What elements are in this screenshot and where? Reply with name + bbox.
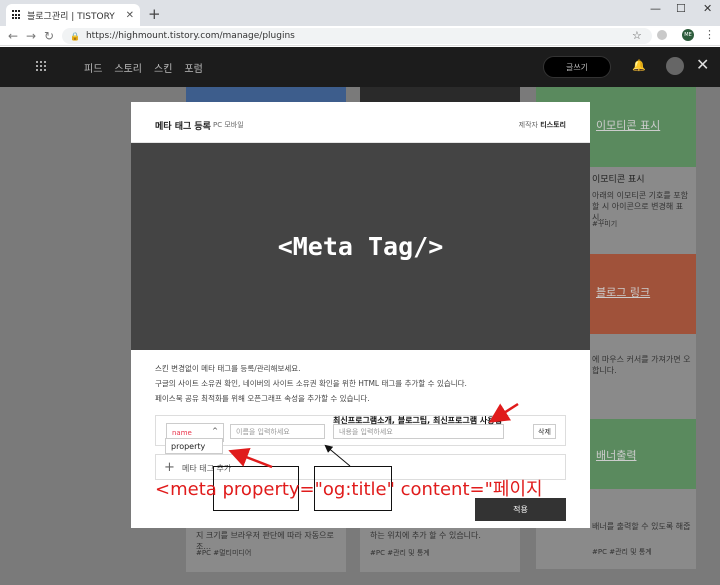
delete-button[interactable]: 삭제 (533, 424, 556, 439)
card-tag[interactable]: #PC #관리 및 통계 (370, 548, 430, 558)
browser-tab[interactable]: 블로그관리 | TISTORY ✕ (6, 4, 140, 26)
desc-line: 구글의 사이트 소유권 확인, 네이버의 사이트 소유권 확인을 위한 HTML… (155, 379, 467, 388)
extension-icon[interactable] (657, 30, 667, 40)
close-icon[interactable]: ✕ (696, 55, 709, 74)
address-toolbar: ← → ↻ 🔒 https://highmount.tistory.com/ma… (0, 26, 720, 46)
maker-label: 제작자 (518, 121, 538, 129)
nav-skin[interactable]: 스킨 (154, 60, 172, 75)
tistory-favicon-icon (12, 10, 22, 20)
select-value: name (172, 428, 192, 437)
window-close-button[interactable]: ✕ (703, 2, 712, 15)
modal-description: 스킨 변경없이 메타 태그를 등록/관리해보세요. 구글의 사이트 소유권 확인… (155, 361, 467, 406)
dropdown-option-property[interactable]: property (165, 438, 223, 454)
modal-header: 메타 태그 등록 PC 모바일 제작자 티스토리 (131, 102, 590, 143)
browser-tab-strip: 블로그관리 | TISTORY ✕ + — ☐ ✕ (0, 0, 720, 26)
card-title: 블로그 링크 (596, 286, 651, 299)
tab-title: 블로그관리 | TISTORY (27, 11, 115, 22)
site-nav: 피드 스토리 스킨 포럼 (84, 60, 203, 75)
tab-close-icon[interactable]: ✕ (126, 10, 134, 21)
modal-subtitle: PC 모바일 (213, 121, 244, 129)
write-button[interactable]: 글쓰기 (543, 56, 611, 78)
reload-icon[interactable]: ↻ (44, 29, 54, 43)
forward-arrow-icon[interactable]: → (26, 29, 36, 43)
card-text: 아래의 이모티콘 기호를 포함 (592, 191, 688, 200)
card-heading: 이모티콘 표시 (592, 175, 645, 185)
minimize-button[interactable]: — (650, 2, 661, 15)
modal-title: 메타 태그 등록 (155, 122, 211, 132)
card-tag[interactable]: #PC #관리 및 통계 (592, 547, 652, 557)
desc-line: 스킨 변경없이 메타 태그를 등록/관리해보세요. (155, 364, 301, 373)
profile-avatar[interactable]: ME (682, 29, 694, 41)
hero-banner: <Meta Tag/> (131, 143, 590, 350)
card-text: 합니다. (592, 366, 617, 375)
tistory-logo-icon[interactable] (36, 61, 48, 71)
lock-icon: 🔒 (70, 31, 80, 41)
nav-feed[interactable]: 피드 (84, 60, 102, 75)
card-title: 이모티콘 표시 (596, 119, 661, 132)
url-bar[interactable]: 🔒 https://highmount.tistory.com/manage/p… (62, 28, 652, 44)
maker-name: 티스토리 (540, 121, 566, 129)
browser-menu-icon[interactable]: ⋮ (704, 28, 715, 41)
card-tag[interactable]: #꾸미기 (592, 219, 617, 229)
hero-text: <Meta Tag/> (277, 232, 444, 261)
user-avatar[interactable] (666, 57, 684, 75)
annotation-note: 최신프로그램소개, 블로그팁, 최신프로그램 사용법 (333, 416, 502, 425)
card-title: 배너출력 (596, 449, 637, 462)
card-text: 에 마우스 커서를 가져가면 오 (592, 355, 691, 364)
annotation-code: <meta property="og:title" content="페이지 (155, 479, 543, 500)
meta-tag-modal: 메타 태그 등록 PC 모바일 제작자 티스토리 <Meta Tag/> 스킨 … (131, 102, 590, 528)
nav-forum[interactable]: 포럼 (184, 60, 202, 75)
back-arrow-icon[interactable]: ← (8, 29, 18, 43)
maximize-button[interactable]: ☐ (676, 2, 686, 15)
bookmark-star-icon[interactable]: ☆ (632, 29, 642, 42)
plus-icon: + (164, 460, 175, 475)
chevron-up-icon: ^ (212, 427, 218, 435)
site-header: 피드 스토리 스킨 포럼 글쓰기 🔔 ✕ (0, 47, 720, 87)
nav-story[interactable]: 스토리 (114, 60, 142, 75)
new-tab-button[interactable]: + (148, 5, 161, 23)
bell-icon[interactable]: 🔔 (632, 59, 646, 72)
desc-line: 페이스북 공유 최적화를 위해 오픈그래프 속성을 추가할 수 있습니다. (155, 394, 370, 403)
maker-info: 제작자 티스토리 (519, 120, 566, 130)
card-text: 배너를 출력할 수 있도록 해줍 (592, 522, 691, 531)
card-tag[interactable]: #PC #멀티미디어 (196, 548, 251, 558)
apply-button[interactable]: 적용 (475, 498, 566, 521)
url-text: https://highmount.tistory.com/manage/plu… (85, 31, 295, 41)
meta-content-input[interactable]: 내용을 입력하세요 (333, 424, 504, 439)
card-text: 하는 위치에 추가 할 수 있습니다. (370, 531, 481, 540)
meta-name-input[interactable]: 이름을 입력하세요 (230, 424, 325, 439)
